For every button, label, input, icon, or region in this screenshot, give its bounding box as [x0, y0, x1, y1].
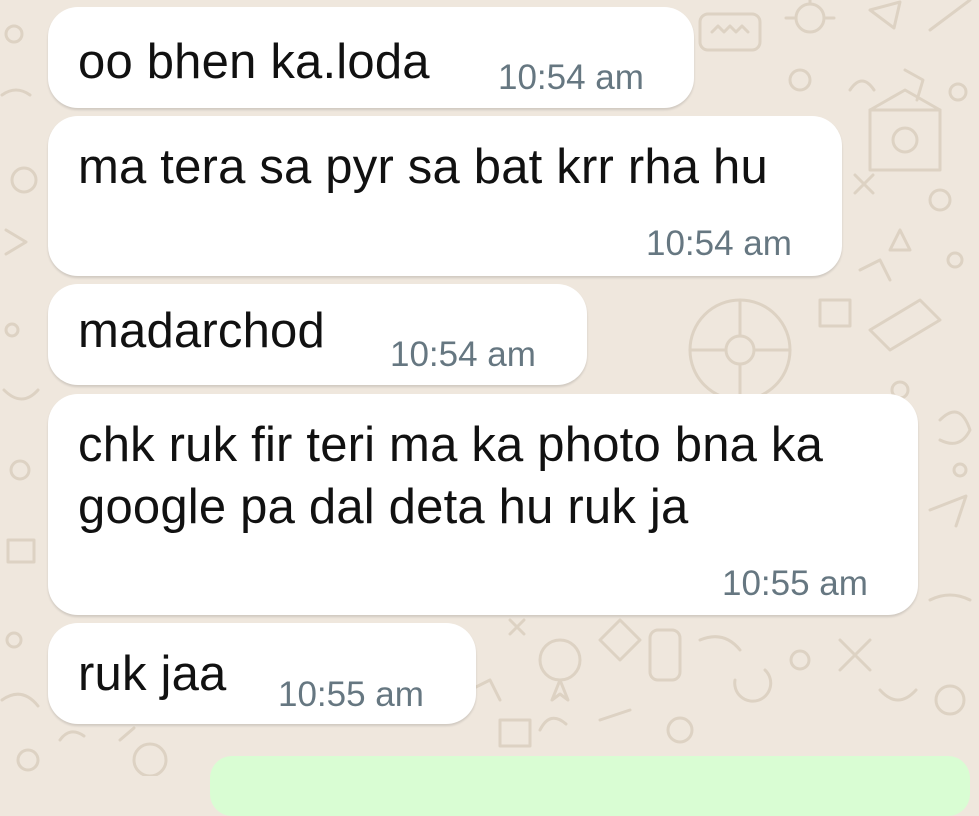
message-timestamp: 10:54 am	[646, 224, 792, 263]
message-bubble[interactable]: chk ruk fir teri ma ka photo bna ka goog…	[48, 394, 918, 615]
message-text-line-1: chk ruk fir teri ma ka photo bna ka	[78, 418, 824, 472]
message-text: oo bhen ka.loda	[78, 35, 430, 89]
message-bubble[interactable]: madarchod 10:54 am	[48, 284, 587, 385]
message-timestamp: 10:55 am	[278, 675, 424, 714]
message-text: madarchod	[78, 304, 325, 358]
message-timestamp: 10:54 am	[498, 58, 644, 97]
message-text: ma tera sa pyr sa bat krr rha hu	[78, 140, 768, 194]
message-bubble[interactable]: oo bhen ka.loda 10:54 am	[48, 7, 694, 108]
outgoing-message-bubble[interactable]	[210, 756, 970, 816]
message-timestamp: 10:55 am	[722, 564, 868, 603]
message-text-line-2: google pa dal deta hu ruk ja	[78, 480, 689, 534]
message-text: ruk jaa	[78, 647, 227, 701]
message-timestamp: 10:54 am	[390, 335, 536, 374]
message-bubble[interactable]: ma tera sa pyr sa bat krr rha hu 10:54 a…	[48, 116, 842, 276]
message-bubble[interactable]: ruk jaa 10:55 am	[48, 623, 476, 724]
